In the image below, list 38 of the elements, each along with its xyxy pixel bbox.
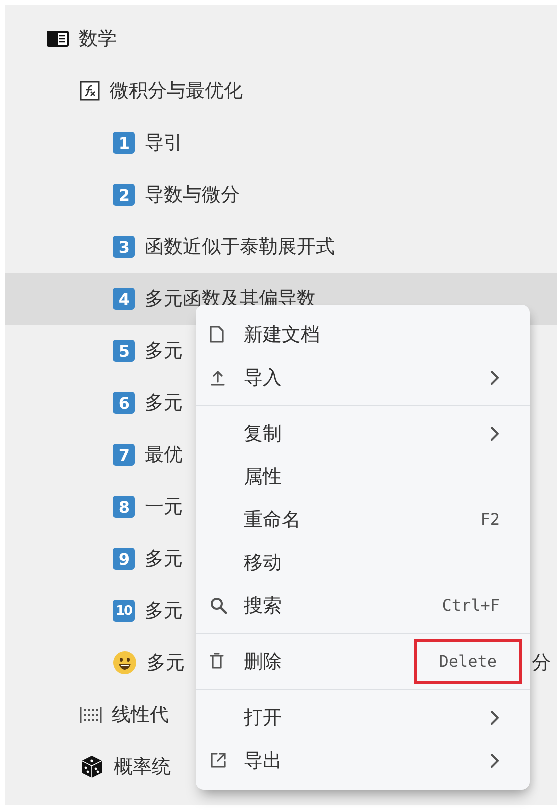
tree-item-label: 微积分与最优化 [110,79,243,104]
tree-item-label: 函数近似于泰勒展开式 [145,235,335,260]
number-badge: 2 [113,184,135,206]
number-badge: 6 [113,392,135,414]
tree-item-label: 多元 [145,339,183,364]
menu-item-label: 属性 [244,464,283,490]
menu-item-label: 重命名 [244,508,302,532]
number-badge: 8 [113,496,135,518]
number-badge: 9 [113,548,135,570]
menu-item-label: 导入 [244,366,283,390]
tree-item-label: 最优 [145,443,183,468]
tree-item-label: 数学 [79,27,117,52]
tree-item-label: 导引 [145,131,183,156]
tree-item-label: 线性代 [112,703,169,728]
highlighted-shortcut: Delete [414,639,522,684]
number-badge: 4 [113,288,135,310]
tree-item-label: 导数与微分 [145,183,240,208]
menu-item-label: 打开 [244,706,283,730]
number-badge: 7 [113,444,135,466]
number-badge: 1 [113,132,135,154]
menu-item-label: 删除 [244,650,283,674]
tree-item-label: 多元 [147,651,185,676]
number-badge: 5 [113,340,135,362]
menu-item-label: 移动 [244,550,283,576]
shortcut-label: Ctrl+F [442,596,500,615]
tree-item-label: 多元 [145,599,183,624]
menu-item-label: 导出 [244,748,283,774]
tree-item-label: 多元 [145,547,183,572]
menu-item-label: 复制 [244,422,283,446]
tree-item-label: 一元 [145,495,183,520]
menu-item-label: 新建文档 [244,322,321,348]
tree-item-label: 概率统 [114,755,171,780]
number-badge: 10 [113,600,135,622]
tree-item-label: 多元 [145,391,183,416]
number-badge: 3 [113,236,135,258]
tree-item-label: 分 [532,651,551,676]
menu-item-label: 搜索 [244,594,283,618]
shortcut-label: F2 [480,510,500,529]
